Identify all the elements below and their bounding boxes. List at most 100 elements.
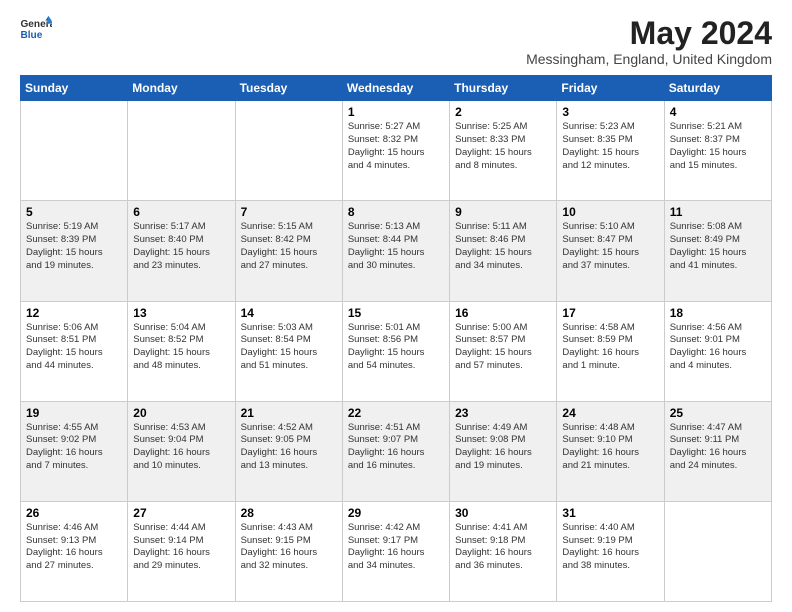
calendar-cell: 19Sunrise: 4:55 AMSunset: 9:02 PMDayligh…: [21, 401, 128, 501]
day-info: Sunrise: 4:56 AMSunset: 9:01 PMDaylight:…: [670, 322, 766, 373]
day-info: Sunrise: 4:51 AMSunset: 9:07 PMDaylight:…: [348, 422, 444, 473]
day-info: Sunrise: 5:17 AMSunset: 8:40 PMDaylight:…: [133, 221, 229, 272]
location: Messingham, England, United Kingdom: [526, 51, 772, 67]
calendar-cell: 26 Sunrise: 4:46 AMSunset: 9:13 PMDayligh…: [21, 501, 128, 601]
calendar-cell: 11 Sunrise: 5:08 AMSunset: 8:49 PMDayligh…: [664, 201, 771, 301]
day-info: Sunrise: 5:21 AMSunset: 8:37 PMDaylight:…: [670, 121, 766, 172]
day-info: Sunrise: 4:46 AMSunset: 9:13 PMDaylight:…: [26, 522, 122, 573]
header: General Blue May 2024 Messingham, Englan…: [20, 16, 772, 67]
col-monday: Monday: [128, 76, 235, 101]
calendar-cell: 13Sunrise: 5:04 AMSunset: 8:52 PMDayligh…: [128, 301, 235, 401]
calendar-week-4: 19Sunrise: 4:55 AMSunset: 9:02 PMDayligh…: [21, 401, 772, 501]
day-number: 28: [241, 506, 337, 520]
calendar-cell: 27 Sunrise: 4:44 AMSunset: 9:14 PMDayligh…: [128, 501, 235, 601]
day-info: Sunrise: 4:44 AMSunset: 9:14 PMDaylight:…: [133, 522, 229, 573]
calendar-cell: 30Sunrise: 4:41 AMSunset: 9:18 PMDayligh…: [450, 501, 557, 601]
day-info: Sunrise: 4:49 AMSunset: 9:08 PMDaylight:…: [455, 422, 551, 473]
calendar-cell: 9 Sunrise: 5:11 AMSunset: 8:46 PMDaylight…: [450, 201, 557, 301]
day-info: Sunrise: 5:04 AMSunset: 8:52 PMDaylight:…: [133, 322, 229, 373]
day-info: Sunrise: 5:03 AMSunset: 8:54 PMDaylight:…: [241, 322, 337, 373]
calendar-cell: 24Sunrise: 4:48 AMSunset: 9:10 PMDayligh…: [557, 401, 664, 501]
calendar-cell: 28 Sunrise: 4:43 AMSunset: 9:15 PMDayligh…: [235, 501, 342, 601]
calendar-cell: [21, 101, 128, 201]
svg-text:Blue: Blue: [20, 30, 42, 41]
day-number: 6: [133, 205, 229, 219]
day-number: 20: [133, 406, 229, 420]
day-info: Sunrise: 4:53 AMSunset: 9:04 PMDaylight:…: [133, 422, 229, 473]
day-number: 21: [241, 406, 337, 420]
calendar-week-3: 12 Sunrise: 5:06 AMSunset: 8:51 PMDayligh…: [21, 301, 772, 401]
day-info: Sunrise: 4:47 AMSunset: 9:11 PMDaylight:…: [670, 422, 766, 473]
day-number: 25: [670, 406, 766, 420]
day-info: Sunrise: 5:23 AMSunset: 8:35 PMDaylight:…: [562, 121, 658, 172]
calendar-table: Sunday Monday Tuesday Wednesday Thursday…: [20, 75, 772, 602]
calendar-cell: 29 Sunrise: 4:42 AMSunset: 9:17 PMDayligh…: [342, 501, 449, 601]
day-number: 4: [670, 105, 766, 119]
calendar-cell: 2 Sunrise: 5:25 AMSunset: 8:33 PMDaylight…: [450, 101, 557, 201]
day-info: Sunrise: 5:15 AMSunset: 8:42 PMDaylight:…: [241, 221, 337, 272]
calendar-cell: [235, 101, 342, 201]
day-number: 8: [348, 205, 444, 219]
day-number: 29: [348, 506, 444, 520]
day-number: 23: [455, 406, 551, 420]
calendar-cell: 23 Sunrise: 4:49 AMSunset: 9:08 PMDayligh…: [450, 401, 557, 501]
day-info: Sunrise: 5:25 AMSunset: 8:33 PMDaylight:…: [455, 121, 551, 172]
day-info: Sunrise: 5:08 AMSunset: 8:49 PMDaylight:…: [670, 221, 766, 272]
col-thursday: Thursday: [450, 76, 557, 101]
page: General Blue May 2024 Messingham, Englan…: [0, 0, 792, 612]
day-info: Sunrise: 5:27 AMSunset: 8:32 PMDaylight:…: [348, 121, 444, 172]
col-saturday: Saturday: [664, 76, 771, 101]
day-info: Sunrise: 4:43 AMSunset: 9:15 PMDaylight:…: [241, 522, 337, 573]
calendar-cell: 7 Sunrise: 5:15 AMSunset: 8:42 PMDaylight…: [235, 201, 342, 301]
col-friday: Friday: [557, 76, 664, 101]
calendar-cell: 4 Sunrise: 5:21 AMSunset: 8:37 PMDaylight…: [664, 101, 771, 201]
calendar-cell: 18Sunrise: 4:56 AMSunset: 9:01 PMDayligh…: [664, 301, 771, 401]
calendar-cell: 8 Sunrise: 5:13 AMSunset: 8:44 PMDaylight…: [342, 201, 449, 301]
day-number: 27: [133, 506, 229, 520]
day-number: 9: [455, 205, 551, 219]
day-info: Sunrise: 5:06 AMSunset: 8:51 PMDaylight:…: [26, 322, 122, 373]
day-number: 26: [26, 506, 122, 520]
col-sunday: Sunday: [21, 76, 128, 101]
calendar-cell: 31Sunrise: 4:40 AMSunset: 9:19 PMDayligh…: [557, 501, 664, 601]
day-number: 3: [562, 105, 658, 119]
day-info: Sunrise: 5:01 AMSunset: 8:56 PMDaylight:…: [348, 322, 444, 373]
month-title: May 2024: [526, 16, 772, 51]
day-number: 2: [455, 105, 551, 119]
calendar-cell: 15 Sunrise: 5:01 AMSunset: 8:56 PMDayligh…: [342, 301, 449, 401]
day-number: 15: [348, 306, 444, 320]
day-number: 7: [241, 205, 337, 219]
calendar-cell: [128, 101, 235, 201]
day-number: 5: [26, 205, 122, 219]
calendar-cell: 21 Sunrise: 4:52 AMSunset: 9:05 PMDayligh…: [235, 401, 342, 501]
day-number: 14: [241, 306, 337, 320]
calendar-header-row: Sunday Monday Tuesday Wednesday Thursday…: [21, 76, 772, 101]
day-info: Sunrise: 5:13 AMSunset: 8:44 PMDaylight:…: [348, 221, 444, 272]
calendar-cell: [664, 501, 771, 601]
calendar-cell: 3 Sunrise: 5:23 AMSunset: 8:35 PMDaylight…: [557, 101, 664, 201]
day-number: 11: [670, 205, 766, 219]
col-tuesday: Tuesday: [235, 76, 342, 101]
calendar-cell: 5Sunrise: 5:19 AMSunset: 8:39 PMDaylight…: [21, 201, 128, 301]
day-number: 10: [562, 205, 658, 219]
calendar-cell: 17Sunrise: 4:58 AMSunset: 8:59 PMDayligh…: [557, 301, 664, 401]
title-block: May 2024 Messingham, England, United Kin…: [526, 16, 772, 67]
calendar-week-1: 1 Sunrise: 5:27 AMSunset: 8:32 PMDaylight…: [21, 101, 772, 201]
calendar-week-5: 26 Sunrise: 4:46 AMSunset: 9:13 PMDayligh…: [21, 501, 772, 601]
calendar-cell: 14 Sunrise: 5:03 AMSunset: 8:54 PMDayligh…: [235, 301, 342, 401]
day-number: 30: [455, 506, 551, 520]
day-number: 1: [348, 105, 444, 119]
calendar-cell: 16Sunrise: 5:00 AMSunset: 8:57 PMDayligh…: [450, 301, 557, 401]
day-info: Sunrise: 4:52 AMSunset: 9:05 PMDaylight:…: [241, 422, 337, 473]
day-number: 12: [26, 306, 122, 320]
day-number: 16: [455, 306, 551, 320]
day-number: 31: [562, 506, 658, 520]
calendar-cell: 10Sunrise: 5:10 AMSunset: 8:47 PMDayligh…: [557, 201, 664, 301]
day-info: Sunrise: 4:42 AMSunset: 9:17 PMDaylight:…: [348, 522, 444, 573]
day-number: 19: [26, 406, 122, 420]
day-info: Sunrise: 5:11 AMSunset: 8:46 PMDaylight:…: [455, 221, 551, 272]
logo: General Blue: [20, 16, 52, 44]
calendar-cell: 12 Sunrise: 5:06 AMSunset: 8:51 PMDayligh…: [21, 301, 128, 401]
calendar-week-2: 5Sunrise: 5:19 AMSunset: 8:39 PMDaylight…: [21, 201, 772, 301]
day-info: Sunrise: 4:48 AMSunset: 9:10 PMDaylight:…: [562, 422, 658, 473]
